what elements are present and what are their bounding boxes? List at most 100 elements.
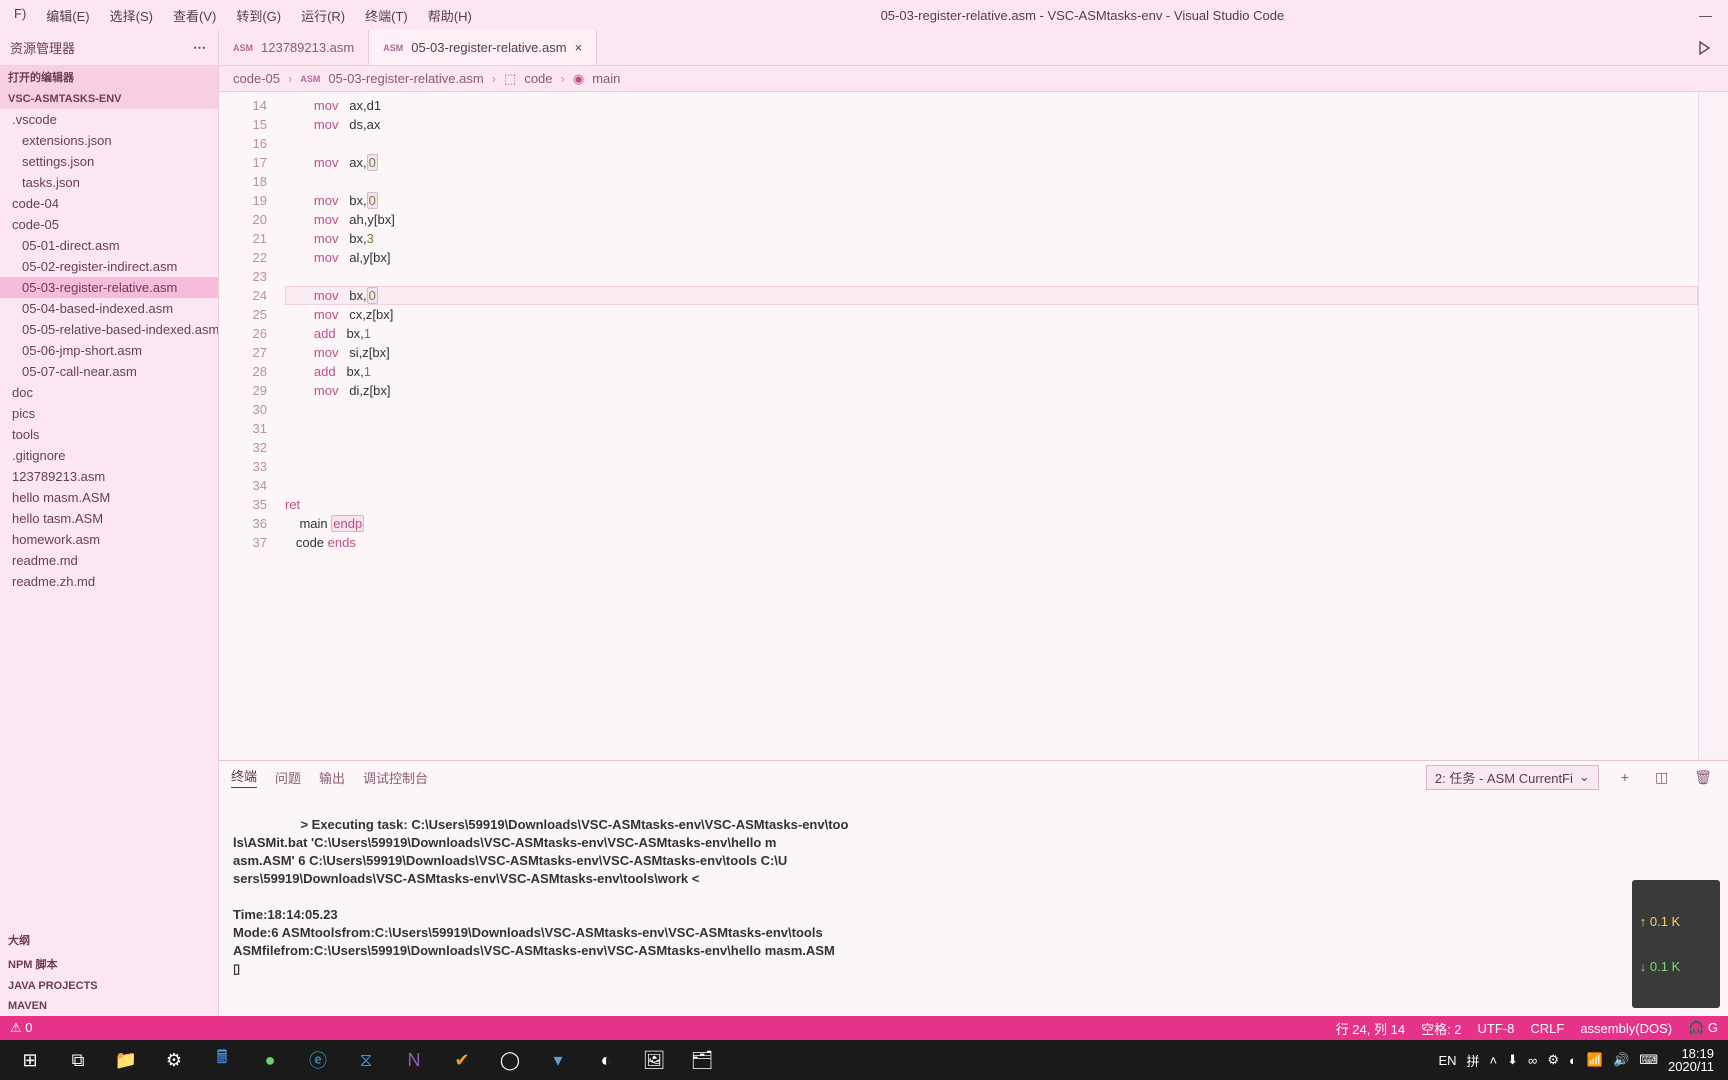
tab-123789213[interactable]: ASM 123789213.asm xyxy=(219,30,369,65)
code-line[interactable]: ret xyxy=(285,495,1698,514)
file-item[interactable]: hello masm.ASM xyxy=(0,487,218,508)
file-item[interactable]: 123789213.asm xyxy=(0,466,218,487)
open-editors-section[interactable]: 打开的编辑器 xyxy=(0,65,218,89)
breadcrumb-item[interactable]: main xyxy=(592,71,620,86)
code-content[interactable]: mov ax,d1 mov ds,ax mov ax,0 mov bx,0 mo… xyxy=(285,92,1698,760)
file-item[interactable]: readme.md xyxy=(0,550,218,571)
code-line[interactable]: mov ah,y[bx] xyxy=(285,210,1698,229)
taskbar-app[interactable]: 🖼 xyxy=(630,1040,678,1080)
status-eol[interactable]: CRLF xyxy=(1530,1021,1564,1036)
code-line[interactable] xyxy=(285,457,1698,476)
taskbar-app[interactable]: 📁 xyxy=(102,1040,150,1080)
file-item[interactable]: settings.json xyxy=(0,151,218,172)
taskbar-app[interactable]: ✔ xyxy=(438,1040,486,1080)
menu-file[interactable]: F) xyxy=(4,2,36,29)
status-cursor[interactable]: 行 24, 列 14 xyxy=(1336,1019,1405,1038)
status-indent[interactable]: 空格: 2 xyxy=(1421,1019,1461,1038)
task-view-button[interactable]: ⧉ xyxy=(54,1040,102,1080)
file-item[interactable]: .vscode xyxy=(0,109,218,130)
new-terminal-button[interactable]: + xyxy=(1617,769,1633,785)
java-projects-section[interactable]: JAVA PROJECTS xyxy=(0,976,218,996)
code-line[interactable]: mov ds,ax xyxy=(285,115,1698,134)
panel-tab-debug[interactable]: 调试控制台 xyxy=(363,768,428,787)
code-line[interactable]: mov bx,3 xyxy=(285,229,1698,248)
close-icon[interactable]: × xyxy=(575,40,583,55)
tray-lang[interactable]: 拼 xyxy=(1467,1051,1480,1070)
file-item[interactable]: 05-07-call-near.asm xyxy=(0,361,218,382)
code-line[interactable]: mov cx,z[bx] xyxy=(285,305,1698,324)
status-problems[interactable]: ⚠ 0 xyxy=(10,1020,33,1036)
code-line[interactable]: mov bx,0 xyxy=(285,286,1698,305)
code-line[interactable] xyxy=(285,438,1698,457)
file-item[interactable]: homework.asm xyxy=(0,529,218,550)
taskbar-app[interactable]: ⓔ xyxy=(294,1040,342,1080)
file-item[interactable]: extensions.json xyxy=(0,130,218,151)
taskbar-app[interactable]: N xyxy=(390,1040,438,1080)
outline-section[interactable]: 大纲 xyxy=(0,928,218,952)
minimize-button[interactable]: — xyxy=(1683,4,1728,27)
file-item[interactable]: tools xyxy=(0,424,218,445)
file-item[interactable]: tasks.json xyxy=(0,172,218,193)
maven-section[interactable]: MAVEN xyxy=(0,996,218,1016)
code-line[interactable]: add bx,1 xyxy=(285,362,1698,381)
code-line[interactable]: mov ax,d1 xyxy=(285,96,1698,115)
breadcrumb[interactable]: code-05 › ASM 05-03-register-relative.as… xyxy=(219,66,1728,92)
code-line[interactable]: main endp xyxy=(285,514,1698,533)
more-icon[interactable]: ⋯ xyxy=(193,40,208,56)
split-terminal-button[interactable]: ◫ xyxy=(1651,769,1672,786)
breadcrumb-item[interactable]: code-05 xyxy=(233,71,280,86)
taskbar-app[interactable]: ▾ xyxy=(534,1040,582,1080)
status-misc[interactable]: 🎧 G xyxy=(1688,1020,1718,1036)
menu-edit[interactable]: 编辑(E) xyxy=(36,2,99,29)
minimap[interactable] xyxy=(1698,92,1728,760)
menu-selection[interactable]: 选择(S) xyxy=(100,2,163,29)
tray-clock[interactable]: 18:19 2020/11 xyxy=(1668,1047,1714,1073)
run-button[interactable] xyxy=(1680,30,1728,65)
kill-terminal-button[interactable]: 🗑 xyxy=(1690,769,1716,786)
taskbar-app[interactable]: ⧖ xyxy=(342,1040,390,1080)
code-line[interactable] xyxy=(285,419,1698,438)
menu-go[interactable]: 转到(G) xyxy=(226,2,291,29)
file-item[interactable]: 05-02-register-indirect.asm xyxy=(0,256,218,277)
file-item[interactable]: code-05 xyxy=(0,214,218,235)
tray-wifi-icon[interactable]: 📶 xyxy=(1587,1052,1603,1068)
menu-view[interactable]: 查看(V) xyxy=(163,2,226,29)
code-line[interactable] xyxy=(285,267,1698,286)
panel-tab-terminal[interactable]: 终端 xyxy=(231,766,257,788)
terminal-selector[interactable]: 2: 任务 - ASM CurrentFi ⌄ xyxy=(1426,765,1599,790)
file-item[interactable]: code-04 xyxy=(0,193,218,214)
taskbar-app[interactable]: ◯ xyxy=(486,1040,534,1080)
file-item[interactable]: 05-04-based-indexed.asm xyxy=(0,298,218,319)
code-line[interactable]: mov si,z[bx] xyxy=(285,343,1698,362)
tray-icon[interactable]: ⬇ xyxy=(1507,1052,1518,1068)
code-line[interactable]: mov al,y[bx] xyxy=(285,248,1698,267)
code-line[interactable] xyxy=(285,400,1698,419)
taskbar-app[interactable]: 🗂 xyxy=(678,1040,726,1080)
status-encoding[interactable]: UTF-8 xyxy=(1478,1021,1515,1036)
taskbar-app[interactable]: 🖩 xyxy=(198,1040,246,1080)
breadcrumb-item[interactable]: code xyxy=(524,71,552,86)
tray-ime[interactable]: EN xyxy=(1438,1053,1456,1068)
breadcrumb-item[interactable]: 05-03-register-relative.asm xyxy=(328,71,483,86)
file-item[interactable]: 05-03-register-relative.asm xyxy=(0,277,218,298)
code-line[interactable]: code ends xyxy=(285,533,1698,552)
taskbar-app[interactable]: ⚙ xyxy=(150,1040,198,1080)
code-line[interactable]: mov di,z[bx] xyxy=(285,381,1698,400)
file-item[interactable]: pics xyxy=(0,403,218,424)
taskbar-app[interactable]: ● xyxy=(246,1040,294,1080)
file-item[interactable]: hello tasm.ASM xyxy=(0,508,218,529)
npm-scripts-section[interactable]: NPM 脚本 xyxy=(0,952,218,976)
code-line[interactable]: mov ax,0 xyxy=(285,153,1698,172)
tray-chevron-icon[interactable]: ˄ xyxy=(1490,1053,1498,1068)
status-language[interactable]: assembly(DOS) xyxy=(1580,1021,1672,1036)
file-item[interactable]: 05-01-direct.asm xyxy=(0,235,218,256)
file-item[interactable]: 05-06-jmp-short.asm xyxy=(0,340,218,361)
terminal-output[interactable]: > Executing task: C:\Users\59919\Downloa… xyxy=(219,793,1728,1016)
file-item[interactable]: doc xyxy=(0,382,218,403)
tray-keyboard-icon[interactable]: ⌨ xyxy=(1639,1052,1658,1068)
workspace-section[interactable]: VSC-ASMTASKS-ENV xyxy=(0,89,218,109)
code-line[interactable]: add bx,1 xyxy=(285,324,1698,343)
tray-icon[interactable]: ∞ xyxy=(1528,1053,1537,1068)
tab-05-03-register-relative[interactable]: ASM 05-03-register-relative.asm × xyxy=(369,30,597,65)
file-item[interactable]: .gitignore xyxy=(0,445,218,466)
